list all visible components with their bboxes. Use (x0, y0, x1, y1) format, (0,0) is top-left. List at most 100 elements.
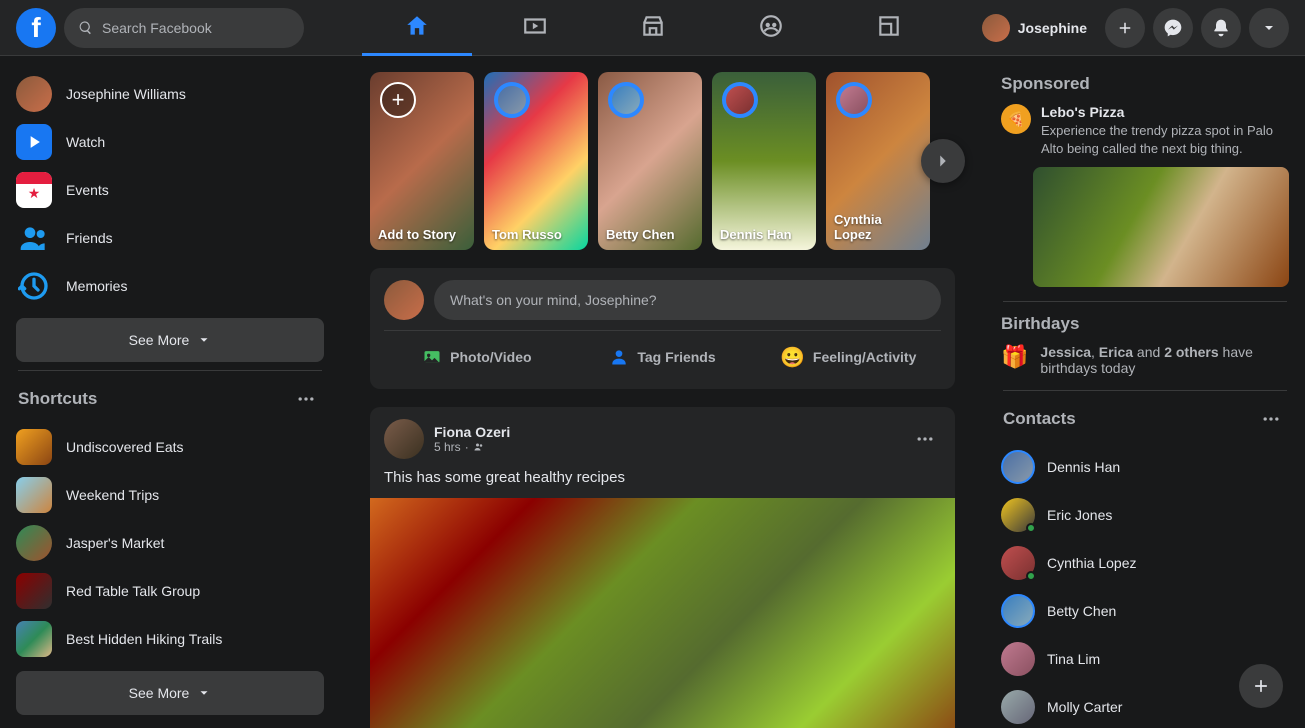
post-options-button[interactable] (909, 423, 941, 455)
story-item[interactable]: Tom Russo (484, 72, 588, 250)
feed-post: Fiona Ozeri 5 hrs · This has some great … (370, 407, 955, 728)
composer-tag-button[interactable]: Tag Friends (570, 337, 756, 377)
chevron-down-icon (197, 333, 211, 347)
post-author-avatar[interactable] (384, 419, 424, 459)
tab-home[interactable] (362, 0, 472, 56)
contact-avatar (1001, 546, 1035, 580)
sidebar-item-label: Watch (66, 134, 105, 150)
dots-icon (1261, 409, 1281, 429)
contact-name: Tina Lim (1047, 651, 1100, 667)
contact-item[interactable]: Dennis Han (993, 443, 1297, 491)
stories-next-button[interactable] (921, 139, 965, 183)
shortcuts-options-button[interactable] (290, 383, 322, 415)
composer-photo-label: Photo/Video (450, 349, 531, 365)
chevron-right-icon (932, 150, 954, 172)
sidebar-item-events[interactable]: ★ Events (8, 166, 332, 214)
shortcut-item[interactable]: Weekend Trips (8, 471, 332, 519)
contact-avatar (1001, 594, 1035, 628)
sponsor-name: Lebo's Pizza (1041, 104, 1289, 120)
caret-down-icon (1261, 20, 1277, 36)
contact-item[interactable]: Eric Jones (993, 491, 1297, 539)
avatar (982, 14, 1010, 42)
contact-name: Betty Chen (1047, 603, 1116, 619)
tab-groups[interactable] (716, 0, 826, 56)
plus-icon (1251, 676, 1271, 696)
post-text: This has some great healthy recipes (384, 469, 941, 486)
sidebar-item-watch[interactable]: Watch (8, 118, 332, 166)
plus-icon: + (380, 82, 416, 118)
tab-gaming[interactable] (834, 0, 944, 56)
story-item[interactable]: Dennis Han (712, 72, 816, 250)
account-menu-button[interactable] (1249, 8, 1289, 48)
story-create[interactable]: + Add to Story (370, 72, 474, 250)
contact-avatar (1001, 498, 1035, 532)
search-input[interactable]: Search Facebook (64, 8, 304, 48)
messenger-button[interactable] (1153, 8, 1193, 48)
see-more-label: See More (129, 332, 190, 348)
search-icon (78, 20, 94, 36)
online-indicator (1026, 571, 1036, 581)
contact-item[interactable]: Betty Chen (993, 587, 1297, 635)
post-image[interactable] (370, 498, 955, 728)
sidebar-item-label: Memories (66, 278, 127, 294)
shortcut-item[interactable]: Best Hidden Hiking Trails (8, 615, 332, 663)
shortcuts-see-more-button[interactable]: See More (16, 671, 324, 715)
contact-name: Eric Jones (1047, 507, 1112, 523)
tab-watch[interactable] (480, 0, 590, 56)
online-indicator (1026, 523, 1036, 533)
header: f Search Facebook Josephine (0, 0, 1305, 56)
marketplace-icon (640, 13, 666, 39)
sidebar-profile[interactable]: Josephine Williams (8, 70, 332, 118)
shortcut-thumb (16, 573, 52, 609)
messenger-icon (1163, 18, 1183, 38)
avatar (384, 280, 424, 320)
shortcut-thumb (16, 429, 52, 465)
tab-marketplace[interactable] (598, 0, 708, 56)
facebook-logo[interactable]: f (16, 8, 56, 48)
contact-item[interactable]: Cynthia Lopez (993, 539, 1297, 587)
plus-icon (1116, 19, 1134, 37)
story-label: Add to Story (378, 227, 466, 242)
sidebar-item-label: Events (66, 182, 109, 198)
sidebar-item-friends[interactable]: Friends (8, 214, 332, 262)
profile-chip[interactable]: Josephine (978, 10, 1097, 46)
sponsor-logo: 🍕 (1001, 104, 1031, 134)
shortcut-thumb (16, 477, 52, 513)
shortcut-label: Best Hidden Hiking Trails (66, 631, 222, 647)
story-item[interactable]: Betty Chen (598, 72, 702, 250)
sponsor-image[interactable] (1033, 167, 1289, 287)
birthdays-row[interactable]: 🎁 Jessica, Erica and 2 others have birth… (993, 344, 1297, 376)
composer-input[interactable]: What's on your mind, Josephine? (434, 280, 941, 320)
composer-feeling-button[interactable]: 😀Feeling/Activity (755, 337, 941, 377)
composer-photo-button[interactable]: Photo/Video (384, 337, 570, 377)
contacts-options-button[interactable] (1255, 403, 1287, 435)
watch-icon (16, 124, 52, 160)
sponsor-desc: Experience the trendy pizza spot in Palo… (1041, 122, 1289, 157)
nav-tabs (362, 0, 944, 56)
new-message-fab[interactable] (1239, 664, 1283, 708)
gaming-icon (876, 13, 902, 39)
composer-tag-label: Tag Friends (637, 349, 715, 365)
story-item[interactable]: Cynthia Lopez (826, 72, 930, 250)
shortcut-label: Red Table Talk Group (66, 583, 200, 599)
bell-icon (1211, 18, 1231, 38)
shortcut-item[interactable]: Red Table Talk Group (8, 567, 332, 615)
contact-avatar (1001, 690, 1035, 724)
watch-icon (522, 13, 548, 39)
tag-friends-icon (609, 347, 629, 367)
shortcut-item[interactable]: Jasper's Market (8, 519, 332, 567)
shortcut-label: Weekend Trips (66, 487, 159, 503)
story-label: Betty Chen (606, 227, 694, 242)
home-icon (404, 13, 430, 39)
story-avatar (494, 82, 530, 118)
sidebar-item-memories[interactable]: Memories (8, 262, 332, 310)
post-author-name[interactable]: Fiona Ozeri (434, 424, 899, 440)
shortcut-item[interactable]: Undiscovered Eats (8, 423, 332, 471)
story-label: Cynthia Lopez (834, 212, 922, 242)
sidebar-profile-name: Josephine Williams (66, 86, 186, 102)
create-button[interactable] (1105, 8, 1145, 48)
contact-avatar (1001, 450, 1035, 484)
notifications-button[interactable] (1201, 8, 1241, 48)
see-more-button[interactable]: See More (16, 318, 324, 362)
sponsored-item[interactable]: 🍕 Lebo's Pizza Experience the trendy piz… (993, 104, 1297, 157)
